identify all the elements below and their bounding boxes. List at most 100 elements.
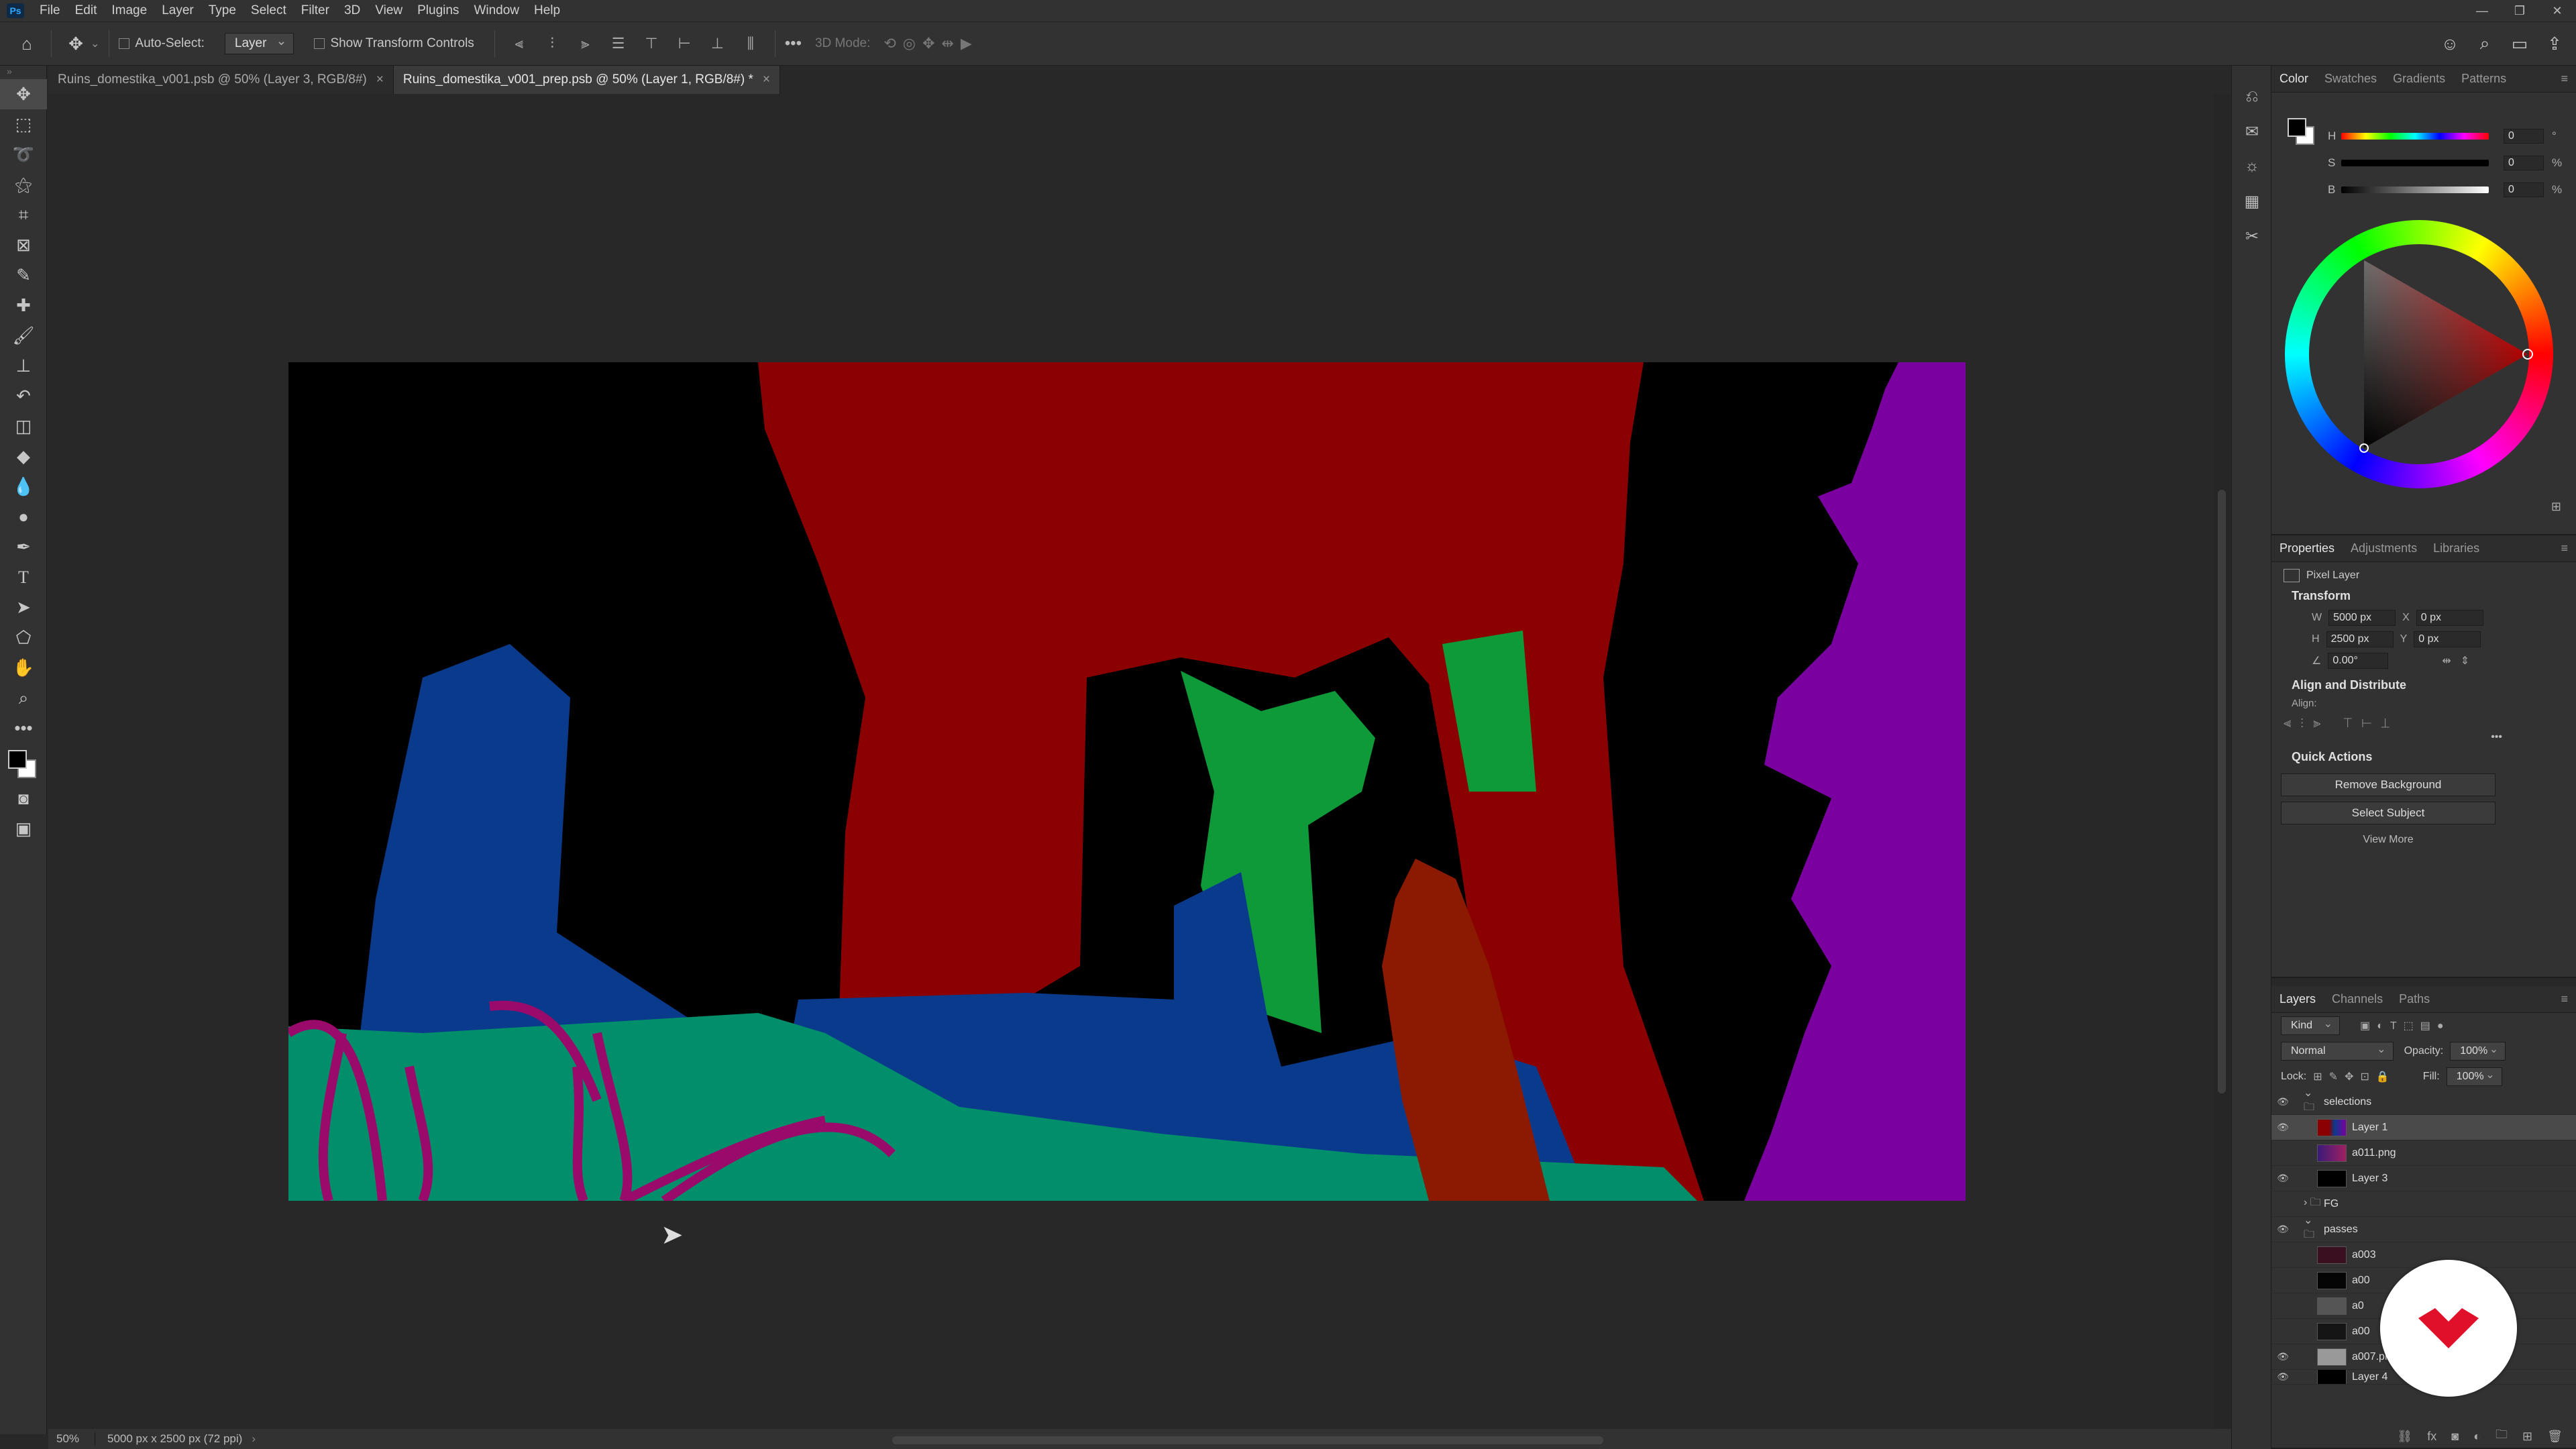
- tools-icon[interactable]: ✂: [2232, 219, 2272, 254]
- saturation-slider[interactable]: S 0 %: [2279, 153, 2575, 173]
- y-field[interactable]: 0 px: [2414, 631, 2481, 647]
- hue-value[interactable]: 0: [2504, 129, 2544, 144]
- foreground-color-swatch[interactable]: [8, 750, 27, 769]
- align-bottom-icon[interactable]: ⊥: [702, 35, 732, 52]
- document-canvas[interactable]: [288, 362, 1966, 1201]
- search-icon[interactable]: ⌕: [2470, 29, 2500, 58]
- history-brush-tool-icon[interactable]: ↶: [0, 381, 47, 411]
- panel-menu-icon[interactable]: ≡: [2553, 992, 2576, 1006]
- scrollbar-thumb[interactable]: [2218, 490, 2226, 1093]
- screen-mode-icon[interactable]: ▣: [0, 814, 47, 844]
- show-transform-checkbox[interactable]: [314, 36, 330, 51]
- pen-tool-icon[interactable]: ✒: [0, 532, 47, 562]
- tab-ruins-v001-prep[interactable]: Ruins_domestika_v001_prep.psb @ 50% (Lay…: [393, 66, 780, 94]
- type-tool-icon[interactable]: T: [0, 562, 47, 592]
- fx-icon[interactable]: fx: [2427, 1430, 2436, 1444]
- adjustment-layer-icon[interactable]: ◐: [2473, 1430, 2481, 1444]
- edit-toolbar-icon[interactable]: •••: [0, 713, 47, 743]
- tab-channels[interactable]: Channels: [2324, 992, 2391, 1006]
- brush-tool-icon[interactable]: 🖌: [0, 321, 47, 351]
- align-center-icon[interactable]: ⫶: [537, 35, 567, 52]
- comments-icon[interactable]: ✉: [2232, 114, 2272, 149]
- layer-group-row[interactable]: 👁 ⌄ 🗀 passes: [2271, 1215, 2576, 1242]
- visibility-eye-icon[interactable]: 👁: [2271, 1371, 2294, 1383]
- share-people-icon[interactable]: ☺: [2435, 29, 2465, 58]
- menu-layer[interactable]: Layer: [154, 3, 201, 18]
- wheel-options-icon[interactable]: ⊞: [2551, 500, 2561, 514]
- brightness-track[interactable]: [2341, 186, 2489, 193]
- panel-menu-icon[interactable]: ≡: [2553, 541, 2576, 555]
- menu-edit[interactable]: Edit: [68, 3, 105, 18]
- zoom-tool-icon[interactable]: ⌕: [0, 683, 47, 713]
- align-middle-icon[interactable]: ⊢: [669, 35, 699, 52]
- kind-filter-dropdown[interactable]: Kind: [2281, 1016, 2341, 1035]
- share-icon[interactable]: ⇪: [2540, 29, 2569, 58]
- visibility-eye-icon[interactable]: 👁: [2271, 1096, 2294, 1108]
- chevron-right-icon[interactable]: ›: [252, 1432, 256, 1446]
- blur-tool-icon[interactable]: 💧: [0, 472, 47, 502]
- add-mask-icon[interactable]: ◙: [2451, 1430, 2459, 1444]
- tab-color[interactable]: Color: [2271, 72, 2316, 86]
- tab-ruins-v001[interactable]: Ruins_domestika_v001.psb @ 50% (Layer 3,…: [48, 66, 394, 94]
- quick-mask-icon[interactable]: ◙: [0, 784, 47, 814]
- hue-track[interactable]: [2341, 133, 2489, 140]
- workspace-icon[interactable]: ▭: [2505, 29, 2534, 58]
- hand-tool-icon[interactable]: ✋: [0, 653, 47, 683]
- menu-3d[interactable]: 3D: [337, 3, 368, 18]
- menu-plugins[interactable]: Plugins: [410, 3, 466, 18]
- menu-file[interactable]: File: [32, 3, 68, 18]
- brightness-slider[interactable]: B 0 %: [2279, 180, 2575, 200]
- magic-wand-tool-icon[interactable]: ⚝: [0, 170, 47, 200]
- x-field[interactable]: 0 px: [2416, 610, 2483, 626]
- tab-layers[interactable]: Layers: [2271, 992, 2324, 1006]
- brightness-value[interactable]: 0: [2504, 182, 2544, 197]
- saturation-value[interactable]: 0: [2504, 156, 2544, 170]
- flip-vertical-icon[interactable]: ⇕: [2461, 654, 2469, 667]
- layer-row[interactable]: a011.png: [2271, 1140, 2576, 1166]
- brightness-icon[interactable]: ☼: [2232, 149, 2272, 184]
- layer-group-row[interactable]: 👁 ⌄ 🗀 selections: [2271, 1087, 2576, 1115]
- align-section-title[interactable]: Align and Distribute: [2271, 672, 2576, 696]
- zoom-level[interactable]: 50%: [48, 1432, 95, 1446]
- menu-type[interactable]: Type: [201, 3, 244, 18]
- crop-tool-icon[interactable]: ⌗: [0, 200, 47, 230]
- layer-row[interactable]: 👁 Layer 1: [2271, 1115, 2576, 1140]
- layer-row[interactable]: 👁 Layer 3: [2271, 1166, 2576, 1191]
- color-chips[interactable]: [0, 743, 47, 784]
- tab-paths[interactable]: Paths: [2391, 992, 2438, 1006]
- auto-select-dropdown[interactable]: Layer: [224, 33, 294, 54]
- home-icon[interactable]: ⌂: [12, 29, 42, 58]
- vertical-scrollbar[interactable]: [2214, 94, 2230, 1429]
- menu-filter[interactable]: Filter: [294, 3, 337, 18]
- tab-properties[interactable]: Properties: [2271, 541, 2343, 555]
- menu-window[interactable]: Window: [466, 3, 527, 18]
- distribute-icon[interactable]: ☰: [604, 35, 633, 52]
- dodge-tool-icon[interactable]: ●: [0, 502, 47, 532]
- chevron-down-icon[interactable]: ⌄: [91, 37, 99, 50]
- lasso-tool-icon[interactable]: ➰: [0, 140, 47, 170]
- distribute-vertical-icon[interactable]: ⫼: [736, 35, 765, 52]
- opacity-field[interactable]: 100%: [2450, 1042, 2506, 1061]
- view-more-link[interactable]: View More: [2281, 834, 2496, 846]
- close-tab-icon[interactable]: ×: [763, 72, 770, 87]
- histogram-icon[interactable]: ▦: [2232, 184, 2272, 219]
- eyedropper-tool-icon[interactable]: ✎: [0, 260, 47, 290]
- paint-bucket-tool-icon[interactable]: ◆: [0, 441, 47, 472]
- align-left-icon[interactable]: ⫷: [504, 35, 534, 52]
- healing-brush-tool-icon[interactable]: ✚: [0, 290, 47, 321]
- blend-mode-dropdown[interactable]: Normal: [2281, 1042, 2394, 1061]
- delete-layer-icon[interactable]: 🗑: [2547, 1430, 2563, 1444]
- align-icons[interactable]: ⫷⫶⫸ ⊤⊢⊥: [2271, 716, 2576, 731]
- visibility-eye-icon[interactable]: 👁: [2271, 1173, 2294, 1184]
- height-field[interactable]: 2500 px: [2326, 631, 2394, 647]
- menu-help[interactable]: Help: [527, 3, 568, 18]
- collapse-icon[interactable]: »: [0, 66, 46, 79]
- align-right-icon[interactable]: ⫸: [570, 35, 600, 52]
- remove-background-button[interactable]: Remove Background: [2281, 773, 2496, 796]
- menu-view[interactable]: View: [368, 3, 410, 18]
- marquee-tool-icon[interactable]: ⬚: [0, 109, 47, 140]
- document-info[interactable]: 5000 px x 2500 px (72 ppi): [95, 1432, 242, 1446]
- tab-libraries[interactable]: Libraries: [2425, 541, 2487, 555]
- restore-icon[interactable]: ❐: [2501, 0, 2538, 21]
- angle-field[interactable]: 0.00°: [2328, 653, 2389, 669]
